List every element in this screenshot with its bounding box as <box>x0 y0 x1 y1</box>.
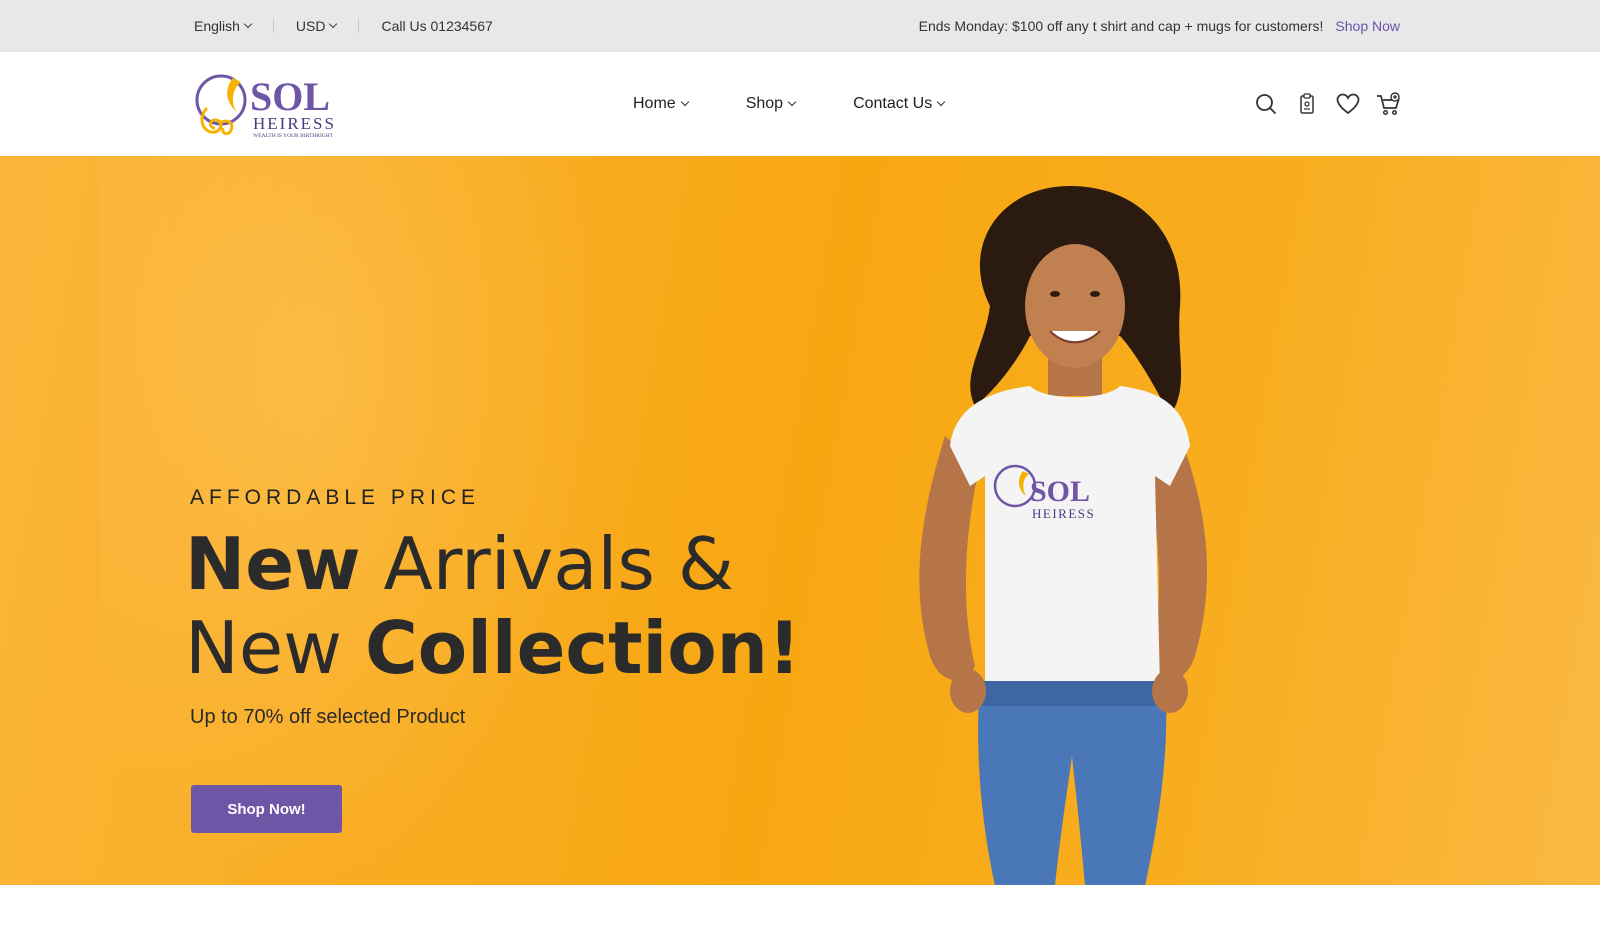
wishlist-heart-icon[interactable] <box>1335 91 1361 117</box>
chevron-down-icon <box>329 19 338 29</box>
headline-bold-word: New <box>185 522 361 606</box>
headline-line-2: New Collection! <box>185 606 801 690</box>
topbar-left: English USD Call Us 01234567 <box>194 0 493 52</box>
search-icon[interactable] <box>1253 91 1279 117</box>
promo-shop-now-link[interactable]: Shop Now <box>1335 18 1400 34</box>
shop-now-button[interactable]: Shop Now! <box>191 785 342 833</box>
topbar-right: Ends Monday: $100 off any t shirt and ca… <box>919 0 1400 52</box>
main-nav: Home Shop Contact Us <box>633 52 1002 156</box>
headline-line-1: New Arrivals & <box>185 522 801 606</box>
hero-eyebrow: AFFORDABLE PRICE <box>190 486 481 509</box>
svg-text:HEIRESS: HEIRESS <box>253 114 336 133</box>
svg-text:WEALTH IS YOUR BIRTHRIGHT: WEALTH IS YOUR BIRTHRIGHT <box>253 133 334 139</box>
compare-icon[interactable] <box>1294 91 1320 117</box>
announcement-bar: English USD Call Us 01234567 Ends Monday… <box>0 0 1600 52</box>
brand-logo[interactable]: SOL HEIRESS WEALTH IS YOUR BIRTHRIGHT <box>193 68 355 142</box>
language-selector[interactable]: English <box>194 18 253 34</box>
promo-text: Ends Monday: $100 off any t shirt and ca… <box>918 18 1324 34</box>
divider <box>272 19 274 33</box>
chevron-down-icon <box>936 97 946 107</box>
divider <box>358 19 360 33</box>
nav-item-label: Home <box>633 95 676 112</box>
currency-selector[interactable]: USD <box>295 18 338 34</box>
svg-text:HEIRESS: HEIRESS <box>1032 506 1095 521</box>
headline-text: New <box>185 606 365 690</box>
language-label: English <box>194 18 240 34</box>
nav-item-label: Shop <box>745 95 784 112</box>
chevron-down-icon <box>787 97 797 107</box>
chevron-down-icon <box>243 19 253 29</box>
hero-headline: New Arrivals & New Collection! <box>185 522 801 690</box>
header-icons <box>1238 52 1402 156</box>
nav-item-home[interactable]: Home <box>633 95 689 113</box>
hero-model-image: SOL HEIRESS <box>919 186 1207 885</box>
svg-text:SOL: SOL <box>250 74 330 119</box>
headline-bold-word: Collection! <box>364 606 801 690</box>
nav-item-label: Contact Us <box>853 95 933 112</box>
phone-text: Call Us 01234567 <box>381 18 493 34</box>
logo-mark-icon: SOL HEIRESS WEALTH IS YOUR BIRTHRIGHT <box>195 74 336 139</box>
nav-item-contact[interactable]: Contact Us <box>853 95 946 113</box>
svg-text:SOL: SOL <box>1030 475 1090 508</box>
site-header: SOL HEIRESS WEALTH IS YOUR BIRTHRIGHT Ho… <box>0 52 1600 156</box>
hero-subtitle: Up to 70% off selected Product <box>190 706 466 728</box>
currency-label: USD <box>295 18 326 34</box>
chevron-down-icon <box>680 97 689 107</box>
hero-light-overlay <box>100 156 640 885</box>
cart-icon[interactable] <box>1376 91 1402 117</box>
hero-banner: AFFORDABLE PRICE New Arrivals & New Coll… <box>0 156 1600 885</box>
headline-text: Arrivals & <box>360 522 734 606</box>
nav-item-shop[interactable]: Shop <box>745 95 797 113</box>
